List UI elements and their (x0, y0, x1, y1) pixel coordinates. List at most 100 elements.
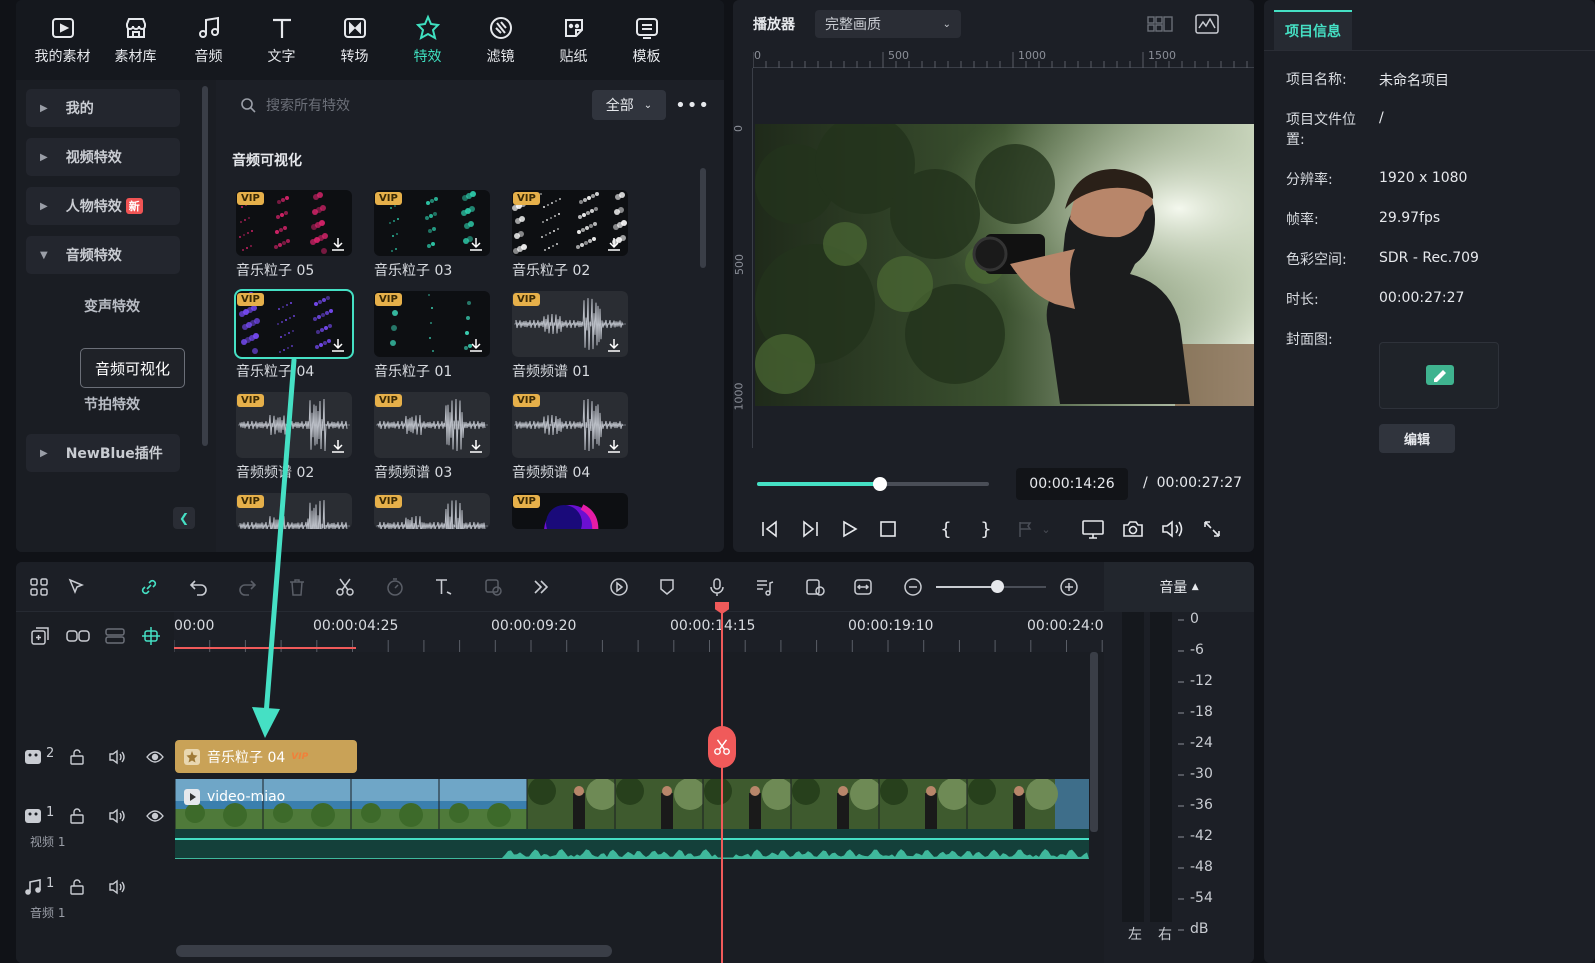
download-icon[interactable] (468, 236, 484, 252)
collapse-sidebar-button[interactable]: ❮ (173, 507, 195, 529)
mute-icon[interactable] (108, 748, 126, 766)
mark-out-icon[interactable]: } (975, 518, 997, 540)
select-tool-icon[interactable] (66, 576, 88, 598)
search-input[interactable]: 搜索所有特效 (266, 95, 350, 115)
add-track-icon[interactable] (30, 626, 50, 646)
link-track-icon[interactable] (66, 626, 90, 646)
layout-grid-icon[interactable] (28, 576, 50, 598)
quality-dropdown[interactable]: 完整画质 ⌄ (815, 10, 961, 38)
effect-card[interactable]: VIP (236, 493, 354, 529)
playback-progress[interactable] (757, 477, 989, 491)
effect-card[interactable]: VIP 音频频谱 03 (374, 392, 492, 482)
more-tools-icon[interactable] (530, 576, 552, 598)
sidebar-item-mine[interactable]: ▶ 我的 (26, 89, 180, 127)
mark-in-icon[interactable]: { (935, 518, 957, 540)
timeline-hscroll[interactable] (176, 945, 612, 957)
sidebar-item-people-effects[interactable]: ▶ 人物特效新 (26, 187, 180, 225)
volume-icon[interactable] (1161, 518, 1183, 540)
play-icon[interactable] (838, 518, 860, 540)
edit-cover-button[interactable]: 编辑 (1379, 424, 1455, 453)
download-icon[interactable] (330, 337, 346, 353)
waveform-scope-icon[interactable] (1195, 14, 1219, 34)
shield-icon[interactable] (656, 576, 678, 598)
effect-card[interactable]: VIP 音乐粒子 02 (512, 190, 630, 280)
timeline-tracks[interactable]: 音乐粒子 04 VIP video-miao (174, 652, 1104, 963)
sidebar-item-video-effects[interactable]: ▶ 视频特效 (26, 138, 180, 176)
group-track-icon[interactable] (104, 626, 126, 646)
marker-icon[interactable] (1015, 518, 1037, 540)
tab-filter[interactable]: 滤镜 (464, 0, 537, 80)
redo-icon[interactable] (236, 576, 258, 598)
download-icon[interactable] (330, 236, 346, 252)
lock-icon[interactable] (70, 879, 84, 895)
effect-clip[interactable]: 音乐粒子 04 VIP (175, 740, 357, 773)
playhead[interactable] (708, 602, 736, 963)
effect-card[interactable]: VIP 音乐粒子 05 (236, 190, 354, 280)
sidebar-subitem-beat[interactable]: 节拍特效 (84, 394, 140, 414)
sidebar-subitem-voice-changer[interactable]: 变声特效 (84, 296, 140, 316)
cover-image[interactable] (1379, 342, 1499, 409)
eye-icon[interactable] (146, 749, 164, 765)
render-icon[interactable] (608, 576, 630, 598)
sidebar-item-newblue[interactable]: ▶ NewBlue插件 (26, 434, 180, 472)
grid-view-icon[interactable] (1147, 16, 1173, 32)
timeline-ruler[interactable]: 00:00 00:00:04:25 00:00:09:20 00:00:14:1… (174, 612, 1112, 652)
fit-icon[interactable] (852, 576, 874, 598)
mute-icon[interactable] (108, 878, 126, 896)
effect-card[interactable]: VIP 音频频谱 01 (512, 291, 630, 381)
tab-transition[interactable]: 转场 (318, 0, 391, 80)
crop-icon[interactable] (482, 576, 504, 598)
effect-card[interactable]: VIP (512, 493, 630, 529)
effect-card[interactable]: VIP 音频频谱 04 (512, 392, 630, 482)
prev-frame-icon[interactable] (759, 518, 781, 540)
fullscreen-icon[interactable] (1201, 518, 1223, 540)
link-icon[interactable] (138, 576, 160, 598)
sidebar-item-audio-effects[interactable]: ▼ 音频特效 (26, 236, 180, 274)
video-preview[interactable] (755, 124, 1254, 406)
sidebar-scrollbar[interactable] (202, 86, 208, 446)
lock-icon[interactable] (70, 749, 84, 765)
download-icon[interactable] (606, 236, 622, 252)
download-icon[interactable] (330, 438, 346, 454)
scissors-icon[interactable] (334, 576, 356, 598)
effect-card[interactable]: VIP 音乐粒子 04 (234, 289, 354, 381)
grid-scrollbar[interactable] (700, 168, 706, 268)
snapshot-icon[interactable] (1122, 518, 1144, 540)
download-icon[interactable] (606, 438, 622, 454)
progress-knob[interactable] (872, 477, 887, 491)
tab-store[interactable]: 素材库 (99, 0, 172, 80)
effect-card[interactable]: VIP (374, 493, 492, 529)
tab-sticker[interactable]: 贴纸 (537, 0, 610, 80)
sidebar-item-audio-visualization[interactable]: 音频可视化 (80, 348, 185, 388)
zoom-slider[interactable] (936, 580, 1046, 593)
effect-card[interactable]: VIP 音频频谱 02 (236, 392, 354, 482)
download-icon[interactable] (468, 337, 484, 353)
effect-card[interactable]: VIP 音乐粒子 03 (374, 190, 492, 280)
split-scissors-button[interactable] (708, 726, 736, 768)
microphone-icon[interactable] (706, 576, 728, 598)
download-icon[interactable] (606, 337, 622, 353)
tab-my-media[interactable]: 我的素材 (26, 0, 99, 80)
lock-icon[interactable] (70, 808, 84, 824)
auto-sync-icon[interactable] (804, 576, 826, 598)
tab-text[interactable]: 文字 (245, 0, 318, 80)
display-icon[interactable] (1082, 518, 1104, 540)
effect-card[interactable]: VIP 音乐粒子 01 (374, 291, 492, 381)
tab-effects[interactable]: 特效 (391, 0, 464, 80)
zoom-out-icon[interactable] (902, 576, 924, 598)
zoom-knob[interactable] (990, 580, 1004, 593)
next-frame-icon[interactable] (799, 518, 821, 540)
video-clip[interactable]: video-miao (175, 779, 1089, 829)
snap-icon[interactable] (140, 625, 162, 647)
tab-project-info[interactable]: 项目信息 (1274, 10, 1352, 50)
more-options-icon[interactable]: ••• (675, 95, 710, 116)
download-icon[interactable] (468, 438, 484, 454)
filter-dropdown[interactable]: 全部 ⌄ (592, 90, 666, 120)
chevron-down-icon[interactable]: ⌄ (1035, 518, 1057, 540)
timeline-vscroll[interactable] (1090, 652, 1098, 832)
audio-waveform[interactable] (175, 829, 1089, 859)
zoom-in-icon[interactable] (1058, 576, 1080, 598)
audio-list-icon[interactable] (754, 576, 776, 598)
eye-icon[interactable] (146, 808, 164, 824)
tab-template[interactable]: 模板 (610, 0, 683, 80)
